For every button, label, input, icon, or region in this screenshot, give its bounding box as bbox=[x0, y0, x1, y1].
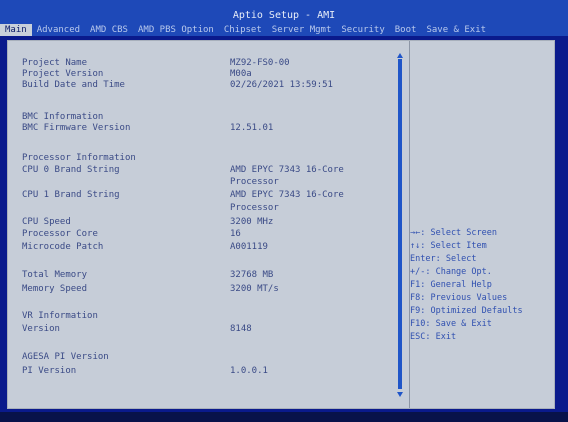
tab-chipset[interactable]: Chipset bbox=[219, 24, 267, 36]
info-value: 32768 MB bbox=[230, 270, 274, 280]
help-line: →←: Select Screen bbox=[410, 228, 497, 238]
tab-amd-pbs-option[interactable]: AMD PBS Option bbox=[133, 24, 219, 36]
info-value: 8148 bbox=[230, 324, 252, 334]
section-header: Processor Information bbox=[22, 153, 136, 163]
section-header: AGESA PI Version bbox=[22, 352, 109, 362]
tab-bar: Main Advanced AMD CBS AMD PBS Option Chi… bbox=[0, 24, 568, 36]
info-value: 12.51.01 bbox=[230, 123, 274, 133]
info-label: Version bbox=[22, 324, 60, 334]
info-value: 3200 MHz bbox=[230, 217, 274, 227]
help-line: ESC: Exit bbox=[410, 332, 457, 342]
info-list: Project Name MZ92-FS0-00 Project Version… bbox=[8, 41, 408, 408]
info-label: Project Version bbox=[22, 69, 104, 79]
bottom-bar bbox=[0, 412, 568, 422]
info-value: 16 bbox=[230, 229, 241, 239]
main-panel: Project Name MZ92-FS0-00 Project Version… bbox=[7, 40, 555, 409]
info-label: PI Version bbox=[22, 366, 77, 376]
tab-security[interactable]: Security bbox=[336, 24, 389, 36]
info-value: Processor bbox=[230, 203, 279, 213]
tab-amd-cbs[interactable]: AMD CBS bbox=[85, 24, 133, 36]
tab-advanced[interactable]: Advanced bbox=[32, 24, 85, 36]
help-line: F9: Optimized Defaults bbox=[410, 306, 523, 316]
info-value: A001119 bbox=[230, 242, 268, 252]
help-line: F1: General Help bbox=[410, 280, 492, 290]
section-header: BMC Information bbox=[22, 112, 104, 122]
help-line: ↑↓: Select Item bbox=[410, 241, 487, 251]
app-title: Aptio Setup - AMI bbox=[232, 10, 336, 21]
info-label: BMC Firmware Version bbox=[22, 123, 131, 133]
help-line: F8: Previous Values bbox=[410, 293, 508, 303]
info-label: Build Date and Time bbox=[22, 80, 125, 90]
scroll-thumb[interactable] bbox=[398, 59, 402, 389]
tab-save-exit[interactable]: Save & Exit bbox=[421, 24, 491, 36]
help-panel: →←: Select Screen ↑↓: Select Item Enter:… bbox=[410, 227, 552, 344]
section-header: VR Information bbox=[22, 311, 98, 321]
tab-main[interactable]: Main bbox=[0, 24, 32, 36]
info-label: CPU 1 Brand String bbox=[22, 190, 120, 200]
info-value: AMD EPYC 7343 16-Core bbox=[230, 190, 344, 200]
help-line: Enter: Select bbox=[410, 254, 477, 264]
info-value: 1.0.0.1 bbox=[230, 366, 268, 376]
title-bar: Aptio Setup - AMI Main Advanced AMD CBS … bbox=[0, 0, 568, 36]
tab-boot[interactable]: Boot bbox=[390, 24, 422, 36]
info-value: M00a bbox=[230, 69, 252, 79]
info-value: AMD EPYC 7343 16-Core bbox=[230, 165, 344, 175]
tab-server-mgmt[interactable]: Server Mgmt bbox=[267, 24, 337, 36]
info-value: 3200 MT/s bbox=[230, 284, 279, 294]
scroll-up-icon[interactable] bbox=[397, 53, 403, 58]
info-value: Processor bbox=[230, 177, 279, 187]
info-value: MZ92-FS0-00 bbox=[230, 58, 290, 68]
bios-screen: Aptio Setup - AMI Main Advanced AMD CBS … bbox=[0, 0, 568, 422]
panel-divider bbox=[409, 41, 410, 408]
scroll-down-icon[interactable] bbox=[397, 392, 403, 397]
info-label: Processor Core bbox=[22, 229, 98, 239]
help-line: F10: Save & Exit bbox=[410, 319, 492, 329]
info-label: CPU Speed bbox=[22, 217, 71, 227]
scrollbar[interactable] bbox=[397, 49, 403, 401]
info-label: CPU 0 Brand String bbox=[22, 165, 120, 175]
info-label: Microcode Patch bbox=[22, 242, 104, 252]
help-line: +/-: Change Opt. bbox=[410, 267, 492, 277]
info-label: Total Memory bbox=[22, 270, 88, 280]
info-value: 02/26/2021 13:59:51 bbox=[230, 80, 333, 90]
info-label: Project Name bbox=[22, 58, 88, 68]
info-label: Memory Speed bbox=[22, 284, 88, 294]
